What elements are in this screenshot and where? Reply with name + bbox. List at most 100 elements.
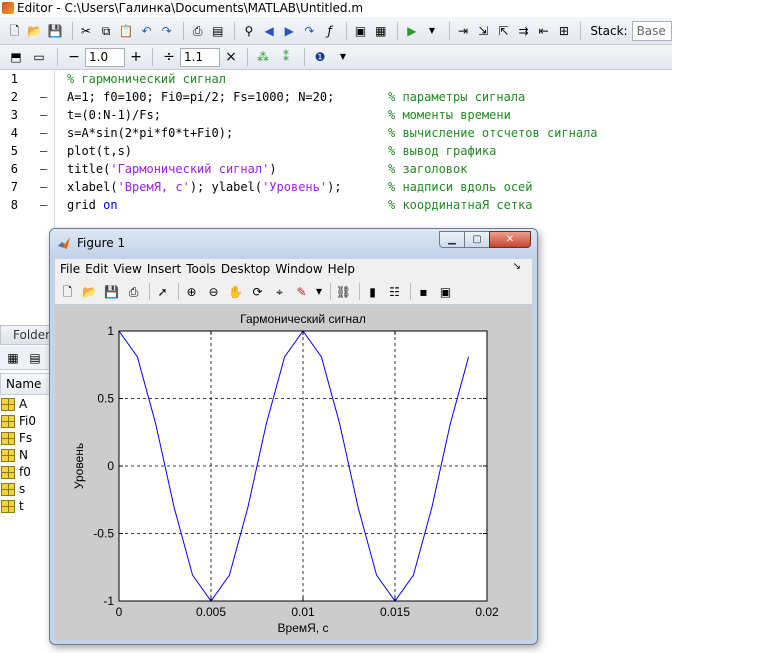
- save-icon[interactable]: 💾: [46, 21, 63, 41]
- step-out-icon[interactable]: ⇱: [495, 21, 512, 41]
- code-line[interactable]: 7 — xlabel('ВремЯ, с'); ylabel('Уровень');…: [0, 180, 672, 198]
- executable-marker: —: [40, 90, 48, 104]
- brush-dropdown-icon[interactable]: ▼: [314, 282, 324, 301]
- menu-window[interactable]: Window: [275, 262, 322, 276]
- copy-icon[interactable]: ⧉: [98, 21, 115, 41]
- new-file-icon[interactable]: 🗋: [6, 21, 23, 41]
- workspace-variable[interactable]: N: [0, 447, 50, 464]
- increment-button[interactable]: +: [125, 49, 147, 65]
- forward-icon[interactable]: ▶: [281, 21, 298, 41]
- line-number: 3: [10, 108, 18, 122]
- colorbar-icon[interactable]: ▮: [363, 282, 382, 301]
- print-figure-icon[interactable]: ⎙: [124, 282, 143, 301]
- data-cursor-icon[interactable]: ⌖: [270, 282, 289, 301]
- show-plot-tools-icon[interactable]: ▣: [436, 282, 455, 301]
- open-file-icon[interactable]: 📂: [80, 282, 99, 301]
- editor-toolbar: 🗋 📂 💾 ✂ ⧉ 📋 ↶ ↷ ⎙ ▤ ⚲ ◀ ▶ ↷ ƒ ▣ ▦ ▶ ▼ ⇥: [0, 17, 672, 45]
- evaluate-cell-icon[interactable]: ⁂: [253, 47, 273, 67]
- new-figure-icon[interactable]: 🗋: [58, 282, 77, 301]
- legend-icon[interactable]: ☷: [385, 282, 404, 301]
- minimize-button[interactable]: ▁: [439, 231, 465, 248]
- open-folder-icon[interactable]: 📂: [26, 21, 43, 41]
- back-icon[interactable]: ◀: [260, 21, 277, 41]
- step-icon[interactable]: ⇥: [454, 21, 471, 41]
- code-text: title('Гармонический сигнал'): [67, 162, 277, 176]
- stack-select[interactable]: Base: [631, 20, 672, 41]
- workspace-variable[interactable]: Fi0: [0, 413, 50, 430]
- variable-name: t: [19, 499, 24, 513]
- code-line[interactable]: 6 — title('Гармонический сигнал') % заголов…: [0, 162, 672, 180]
- code-line[interactable]: 1 % гармонический сигнал: [0, 72, 672, 90]
- open-variable-icon[interactable]: ▤: [25, 348, 45, 368]
- link-plot-icon[interactable]: ⛓: [334, 282, 353, 301]
- menu-file[interactable]: File: [60, 262, 80, 276]
- executable-marker: —: [40, 180, 48, 194]
- print-icon[interactable]: ⎙: [189, 21, 206, 41]
- step-in-icon[interactable]: ⇲: [475, 21, 492, 41]
- run-dropdown-icon[interactable]: ▼: [423, 21, 440, 41]
- variable-name: Fi0: [19, 414, 36, 428]
- scale-value-input[interactable]: 1.1: [180, 47, 220, 67]
- paste-icon[interactable]: 📋: [118, 21, 135, 41]
- cut-icon[interactable]: ✂: [77, 21, 94, 41]
- hide-plot-tools-icon[interactable]: ▪: [414, 282, 433, 301]
- help-icon[interactable]: ❶: [310, 47, 330, 67]
- workspace-name-header[interactable]: Name: [0, 373, 50, 395]
- cell-break-icon[interactable]: ▭: [29, 47, 49, 67]
- code-line[interactable]: 5 — plot(t,s) % вывод графика: [0, 144, 672, 162]
- clear-breakpoints-icon[interactable]: ▦: [372, 21, 389, 41]
- menu-tools[interactable]: Tools: [186, 262, 216, 276]
- function-icon[interactable]: ƒ: [321, 21, 338, 41]
- multiply-button[interactable]: ×: [220, 49, 242, 65]
- menu-help[interactable]: Help: [328, 262, 355, 276]
- x-tick-label: 0.01: [291, 605, 315, 619]
- rotate-icon[interactable]: ⟳: [248, 282, 267, 301]
- goto-icon[interactable]: ↷: [301, 21, 318, 41]
- figure-titlebar[interactable]: Figure 1 ▁ ▢ ✕: [50, 229, 537, 257]
- string-literal: 'Уровень': [262, 180, 328, 194]
- y-tick-label: 0.5: [97, 392, 114, 406]
- maximize-button[interactable]: ▢: [464, 231, 490, 248]
- menu-insert[interactable]: Insert: [147, 262, 181, 276]
- menu-view[interactable]: View: [113, 262, 141, 276]
- divide-button[interactable]: ÷: [158, 49, 180, 65]
- code-line[interactable]: 3 — t=(0:N-1)/Fs; % моменты времени: [0, 108, 672, 126]
- breakpoint-icon[interactable]: ▣: [352, 21, 369, 41]
- brush-icon[interactable]: ✎: [292, 282, 311, 301]
- code-line[interactable]: 4 — s=A*sin(2*pi*f0*t+Fi0); % вычисление от…: [0, 126, 672, 144]
- pointer-icon[interactable]: ➚: [153, 282, 172, 301]
- increment-value-input[interactable]: 1.0: [85, 47, 125, 67]
- decrement-button[interactable]: −: [63, 49, 85, 65]
- workspace-variable[interactable]: s: [0, 481, 50, 498]
- code-line[interactable]: 8 — grid on % координатнаЯ сетка: [0, 198, 672, 216]
- run-icon[interactable]: ▶: [403, 21, 420, 41]
- dock-figure-icon[interactable]: ↘: [513, 261, 521, 272]
- evaluate-advance-icon[interactable]: ⁑: [276, 47, 296, 67]
- new-variable-icon[interactable]: ▦: [3, 348, 23, 368]
- menu-edit[interactable]: Edit: [85, 262, 108, 276]
- workspace-variable[interactable]: t: [0, 498, 50, 515]
- exit-debug-icon[interactable]: ⇤: [535, 21, 552, 41]
- find-icon[interactable]: ⚲: [240, 21, 257, 41]
- matrix-variable-icon: [1, 449, 15, 462]
- publish-icon[interactable]: ▤: [209, 21, 226, 41]
- save-figure-icon[interactable]: 💾: [102, 282, 121, 301]
- editor-titlebar[interactable]: Editor - C:\Users\Галинка\Documents\MATL…: [0, 0, 672, 16]
- zoom-out-icon[interactable]: ⊖: [204, 282, 223, 301]
- help-dropdown-icon[interactable]: ▼: [333, 47, 353, 67]
- current-folder-tab[interactable]: Folder: [0, 325, 50, 345]
- workspace-variable[interactable]: Fs: [0, 430, 50, 447]
- code-line[interactable]: 2 — A=1; f0=100; Fi0=pi/2; Fs=1000; N=20;%…: [0, 90, 672, 108]
- pan-icon[interactable]: ✋: [226, 282, 245, 301]
- workspace-variable[interactable]: A: [0, 396, 50, 413]
- debug-extra-icon[interactable]: ⊞: [555, 21, 572, 41]
- line-number: 2: [10, 90, 18, 104]
- redo-icon[interactable]: ↷: [158, 21, 175, 41]
- menu-desktop[interactable]: Desktop: [221, 262, 271, 276]
- undo-icon[interactable]: ↶: [138, 21, 155, 41]
- zoom-in-icon[interactable]: ⊕: [182, 282, 201, 301]
- close-button[interactable]: ✕: [489, 231, 531, 248]
- workspace-variable[interactable]: f0: [0, 464, 50, 481]
- continue-icon[interactable]: ⇉: [515, 21, 532, 41]
- insert-cell-icon[interactable]: ⬒: [6, 47, 26, 67]
